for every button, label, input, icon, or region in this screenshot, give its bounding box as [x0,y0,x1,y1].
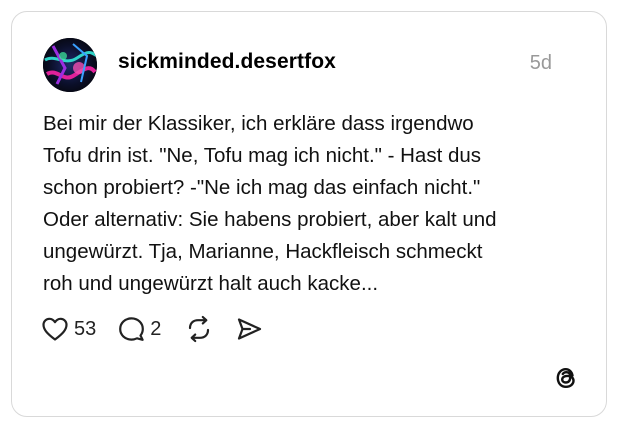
send-icon [235,316,263,342]
post-text-line: Tofu drin ist. "Ne, Tofu mag ich nicht."… [43,144,482,167]
post-text-line: roh und ungewürzt halt auch kacke... [43,272,379,295]
post-text-line: Oder alternativ: Sie habens probiert, ab… [43,208,497,231]
username[interactable]: sickminded.desertfox [118,50,336,74]
speech-bubble-icon [118,316,145,342]
reply-count: 2 [150,317,162,340]
post-text: Bei mir der Klassiker, ich erkläre dass … [43,108,583,300]
post-text-line: schon probiert? -"Ne ich mag das einfach… [43,176,481,199]
timestamp: 5d [529,52,552,74]
post-text-line: Bei mir der Klassiker, ich erkläre dass … [43,112,474,135]
reply-button[interactable]: 2 [118,316,161,342]
repost-icon [185,315,213,343]
threads-logo-icon [552,364,580,392]
share-button[interactable] [235,316,263,342]
post-card: sickminded.desertfox 5d Bei mir der Klas… [11,11,607,417]
post-text-line: ungewürzt. Tja, Marianne, Hackfleisch sc… [43,240,483,263]
avatar[interactable] [43,38,97,92]
repost-button[interactable] [185,315,213,343]
like-count: 53 [74,317,97,340]
heart-icon [41,316,69,342]
like-button[interactable]: 53 [41,316,96,342]
action-bar: 53 2 [41,314,263,344]
